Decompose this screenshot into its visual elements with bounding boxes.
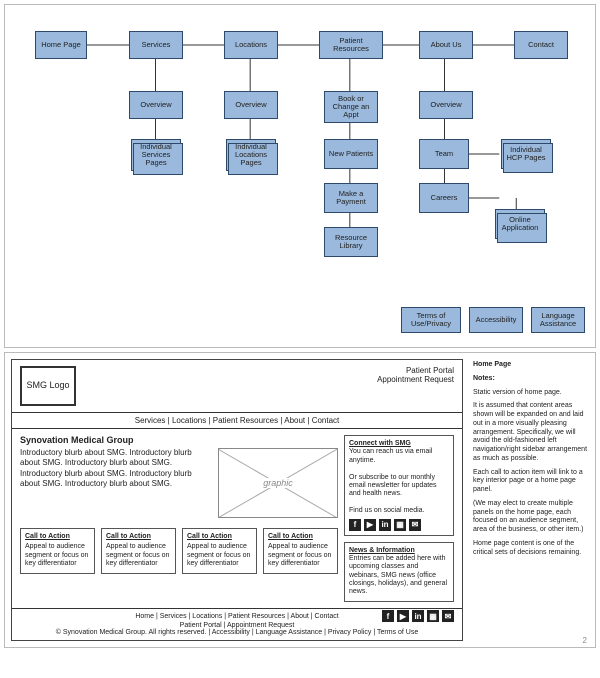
hero-graphic-placeholder: graphic — [218, 448, 338, 518]
node-team[interactable]: Team — [419, 139, 469, 169]
node-individual-hcp-pages[interactable]: Individual HCP Pages — [501, 139, 551, 169]
footer-facebook-icon[interactable]: f — [382, 610, 394, 622]
node-home[interactable]: Home Page — [35, 31, 87, 59]
nav-services[interactable]: Services — [135, 416, 166, 425]
cta-3[interactable]: Call to ActionAppeal to audience segment… — [182, 528, 257, 574]
node-book-appt[interactable]: Book or Change an Appt — [324, 91, 378, 123]
node-resource-library[interactable]: Resource Library — [324, 227, 378, 257]
node-accessibility[interactable]: Accessibility — [469, 307, 523, 333]
page-title: Synovation Medical Group — [20, 435, 338, 445]
news-panel: News & Information Entries can be added … — [344, 542, 454, 602]
cta-1[interactable]: Call to ActionAppeal to audience segment… — [20, 528, 95, 574]
sitemap-diagram: Home Page Services Locations Patient Res… — [11, 11, 589, 341]
wireframe-page: SMG Logo Patient Portal Appointment Requ… — [11, 359, 463, 641]
footer-email-icon[interactable]: ✉ — [442, 610, 454, 622]
intro-copy: Introductory blurb about SMG. Introducto… — [20, 448, 210, 518]
node-locations-overview[interactable]: Overview — [224, 91, 278, 119]
cta-4[interactable]: Call to ActionAppeal to audience segment… — [263, 528, 338, 574]
node-new-patients[interactable]: New Patients — [324, 139, 378, 169]
linkedin-icon[interactable]: in — [379, 519, 391, 531]
node-services[interactable]: Services — [129, 31, 183, 59]
page-number: 2 — [583, 636, 587, 645]
footer-line3: © Synovation Medical Group. All rights r… — [20, 629, 454, 636]
node-individual-services-pages[interactable]: Individual Services Pages — [131, 139, 181, 171]
node-locations[interactable]: Locations — [224, 31, 278, 59]
facebook-icon[interactable]: f — [349, 519, 361, 531]
node-services-overview[interactable]: Overview — [129, 91, 183, 119]
footer-youtube-icon[interactable]: ▦ — [427, 610, 439, 622]
utility-links: Patient Portal Appointment Request — [377, 366, 454, 384]
footer-line2: Patient Portal | Appointment Request — [20, 622, 454, 629]
node-contact[interactable]: Contact — [514, 31, 568, 59]
node-careers[interactable]: Careers — [419, 183, 469, 213]
patient-portal-link[interactable]: Patient Portal — [377, 366, 454, 375]
nav-about[interactable]: About — [280, 416, 305, 425]
node-about[interactable]: About Us — [419, 31, 473, 59]
youtube-icon[interactable]: ▦ — [394, 519, 406, 531]
node-about-overview[interactable]: Overview — [419, 91, 473, 119]
nav-locations[interactable]: Locations — [168, 416, 207, 425]
node-patient-resources[interactable]: Patient Resources — [319, 31, 383, 59]
smg-logo[interactable]: SMG Logo — [20, 366, 76, 406]
twitter-icon[interactable]: ▶ — [364, 519, 376, 531]
primary-nav: Services Locations Patient Resources Abo… — [12, 412, 462, 429]
nav-contact[interactable]: Contact — [307, 416, 339, 425]
footer-linkedin-icon[interactable]: in — [412, 610, 424, 622]
node-terms-privacy[interactable]: Terms of Use/Privacy — [401, 307, 461, 333]
annotations-panel: Home Page Notes: Static version of home … — [469, 359, 589, 641]
email-icon[interactable]: ✉ — [409, 519, 421, 531]
footer-nav: Home Services Locations Patient Resource… — [135, 613, 338, 620]
connect-panel: Connect with SMG You can reach us via em… — [344, 435, 454, 536]
nav-patient-resources[interactable]: Patient Resources — [208, 416, 278, 425]
footer-twitter-icon[interactable]: ▶ — [397, 610, 409, 622]
node-individual-locations-pages[interactable]: Individual Locations Pages — [226, 139, 276, 171]
node-online-application[interactable]: Online Application — [495, 209, 545, 239]
appointment-request-link[interactable]: Appointment Request — [377, 375, 454, 384]
node-make-payment[interactable]: Make a Payment — [324, 183, 378, 213]
cta-2[interactable]: Call to ActionAppeal to audience segment… — [101, 528, 176, 574]
node-language-assistance[interactable]: Language Assistance — [531, 307, 585, 333]
